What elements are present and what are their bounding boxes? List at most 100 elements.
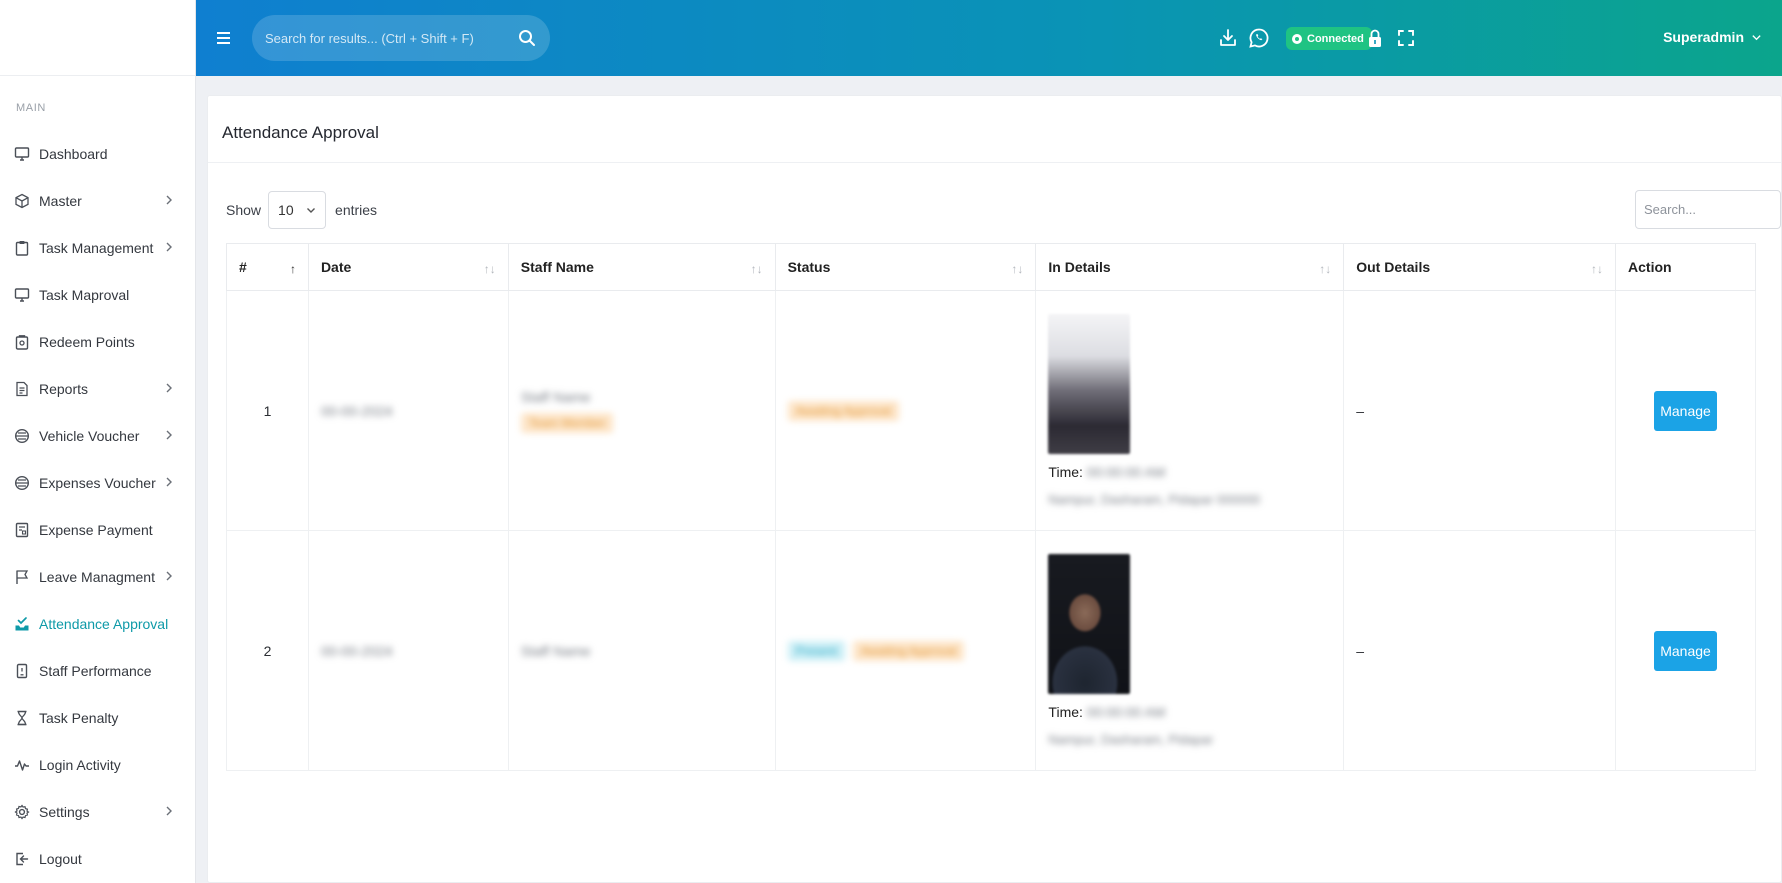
download-icon[interactable] bbox=[1217, 27, 1239, 49]
sidebar-menu: Dashboard Master Task Management Task Mapro… bbox=[0, 130, 195, 882]
global-search-input[interactable] bbox=[265, 30, 510, 46]
status-badge: Awaiting Approval bbox=[852, 640, 965, 661]
date-value: 00-00-2024 bbox=[320, 642, 393, 659]
cell-action: Manage bbox=[1615, 290, 1756, 531]
sidebar-item-task-maproval[interactable]: Task Maproval bbox=[0, 271, 195, 318]
tray-check-icon bbox=[14, 616, 30, 632]
sidebar-item-label: Leave Managment bbox=[39, 568, 155, 585]
staff-name-value: Staff Name bbox=[520, 642, 591, 659]
column-header-staff-name[interactable]: Staff Name ↑↓ bbox=[507, 243, 776, 291]
staff-role-badge: Team Member bbox=[520, 412, 614, 433]
global-search bbox=[252, 15, 550, 61]
chevron-right-icon bbox=[163, 193, 175, 205]
staff-name-value: Staff Name bbox=[520, 388, 591, 405]
sidebar-item-dashboard[interactable]: Dashboard bbox=[0, 130, 195, 177]
sort-icon: ↑↓ bbox=[483, 262, 496, 276]
sidebar-item-label: Task Penalty bbox=[39, 709, 119, 726]
table-controls: Show 10 entries bbox=[208, 163, 1781, 243]
cell-in-details: Time: 00:00:00 AM Nampur, Dasharam, Pidap… bbox=[1035, 530, 1345, 771]
sidebar-item-reports[interactable]: Reports bbox=[0, 365, 195, 412]
status-badge: Awaiting Approval bbox=[787, 400, 899, 421]
entries-label: entries bbox=[335, 202, 378, 218]
sidebar-item-label: Task Maproval bbox=[39, 286, 130, 303]
whatsapp-icon[interactable] bbox=[1248, 27, 1270, 49]
connection-status-label: Connected bbox=[1307, 32, 1364, 45]
sidebar-item-master[interactable]: Master bbox=[0, 177, 195, 224]
sidebar-item-label: Redeem Points bbox=[39, 333, 135, 350]
sidebar-item-label: Settings bbox=[39, 803, 90, 820]
sidebar-item-vehicle-voucher[interactable]: Vehicle Voucher bbox=[0, 412, 195, 459]
table-row: 2 00-00-2024 Staff Name Present Awaiting App… bbox=[226, 530, 1756, 771]
sidebar-item-settings[interactable]: Settings bbox=[0, 788, 195, 835]
table-row: 1 00-00-2024 Staff Name Team Member Awaiting… bbox=[226, 290, 1756, 531]
sidebar-item-attendance-approval[interactable]: Attendance Approval bbox=[0, 600, 195, 647]
logout-icon bbox=[14, 851, 30, 867]
check-in-time: 00:00:00 AM bbox=[1086, 464, 1166, 480]
manage-button[interactable]: Manage bbox=[1654, 630, 1717, 671]
sidebar-item-login-activity[interactable]: Login Activity bbox=[0, 741, 195, 788]
time-label: Time: bbox=[1048, 464, 1083, 480]
voucher-icon bbox=[14, 475, 30, 491]
cell-in-details: Time: 00:00:00 AM Nampur, Dasharam, Pidap… bbox=[1035, 290, 1345, 531]
sidebar-item-redeem-points[interactable]: Redeem Points bbox=[0, 318, 195, 365]
sidebar-item-label: Task Management bbox=[39, 239, 154, 256]
sidebar-item-expense-payment[interactable]: Expense Payment bbox=[0, 506, 195, 553]
check-in-location: Nampur, Dasharam, Pidapar 000000 bbox=[1048, 492, 1261, 507]
sidebar-item-label: Attendance Approval bbox=[39, 615, 169, 632]
cell-index: 1 bbox=[226, 290, 309, 531]
sidebar-item-leave-managment[interactable]: Leave Managment bbox=[0, 553, 195, 600]
status-badge: Present bbox=[787, 640, 845, 661]
sidebar-item-label: Reports bbox=[39, 380, 89, 397]
cell-staff-name: Staff Name bbox=[507, 530, 776, 771]
sidebar-item-task-management[interactable]: Task Management bbox=[0, 224, 195, 271]
search-icon[interactable] bbox=[518, 29, 536, 47]
user-menu[interactable]: Superadmin bbox=[1663, 29, 1762, 45]
sidebar-item-label: Expenses Voucher bbox=[39, 474, 156, 491]
column-header-in-details[interactable]: In Details ↑↓ bbox=[1035, 243, 1345, 291]
page-title: Attendance Approval bbox=[208, 96, 1781, 163]
table-search-input[interactable] bbox=[1635, 190, 1781, 229]
activity-icon bbox=[14, 757, 30, 773]
attendance-table: # ↑ Date ↑↓ Staff Name ↑↓ Status ↑↓ In Detai… bbox=[226, 243, 1756, 771]
column-header-date[interactable]: Date ↑↓ bbox=[307, 243, 509, 291]
entries-select[interactable]: 10 bbox=[268, 191, 327, 229]
chevron-right-icon bbox=[163, 475, 175, 487]
sidebar-item-staff-performance[interactable]: Staff Performance bbox=[0, 647, 195, 694]
check-in-photo[interactable] bbox=[1048, 554, 1131, 694]
cell-staff-name: Staff Name Team Member bbox=[507, 290, 776, 531]
check-in-photo[interactable] bbox=[1048, 314, 1131, 454]
column-header-index[interactable]: # ↑ bbox=[226, 243, 309, 291]
menu-toggle-icon[interactable] bbox=[216, 28, 232, 48]
chevron-down-icon bbox=[307, 208, 316, 213]
sidebar-section-label: MAIN bbox=[16, 102, 46, 114]
check-in-time: 00:00:00 AM bbox=[1086, 704, 1166, 720]
sort-icon: ↑↓ bbox=[1011, 262, 1024, 276]
sidebar-item-label: Vehicle Voucher bbox=[39, 427, 140, 444]
sort-icon: ↑↓ bbox=[1319, 262, 1332, 276]
cell-date: 00-00-2024 bbox=[307, 290, 509, 531]
lock-icon[interactable] bbox=[1364, 27, 1386, 49]
sidebar-item-logout[interactable]: Logout bbox=[0, 835, 195, 882]
chevron-right-icon bbox=[163, 804, 175, 816]
entries-select-value: 10 bbox=[278, 202, 294, 218]
sidebar-item-task-penalty[interactable]: Task Penalty bbox=[0, 694, 195, 741]
top-header: Connected Superadmin bbox=[196, 0, 1782, 76]
column-header-status[interactable]: Status ↑↓ bbox=[774, 243, 1037, 291]
chevron-right-icon bbox=[163, 240, 175, 252]
cell-status: Present Awaiting Approval bbox=[774, 530, 1037, 771]
sidebar-item-expenses-voucher[interactable]: Expenses Voucher bbox=[0, 459, 195, 506]
sort-icon: ↑↓ bbox=[750, 262, 763, 276]
table-header-row: # ↑ Date ↑↓ Staff Name ↑↓ Status ↑↓ In Detai… bbox=[226, 243, 1756, 291]
sidebar-logo-area bbox=[0, 0, 195, 76]
fullscreen-icon[interactable] bbox=[1395, 27, 1417, 49]
cell-date: 00-00-2024 bbox=[307, 530, 509, 771]
column-header-action: Action bbox=[1615, 243, 1756, 291]
monitor-icon bbox=[14, 287, 30, 303]
flag-icon bbox=[14, 569, 30, 585]
box-icon bbox=[14, 193, 30, 209]
column-header-out-details[interactable]: Out Details ↑↓ bbox=[1343, 243, 1617, 291]
manage-button[interactable]: Manage bbox=[1654, 390, 1717, 431]
cell-out-details: – bbox=[1343, 290, 1617, 531]
chevron-down-icon bbox=[1752, 34, 1761, 40]
status-dot-icon bbox=[1292, 33, 1302, 44]
